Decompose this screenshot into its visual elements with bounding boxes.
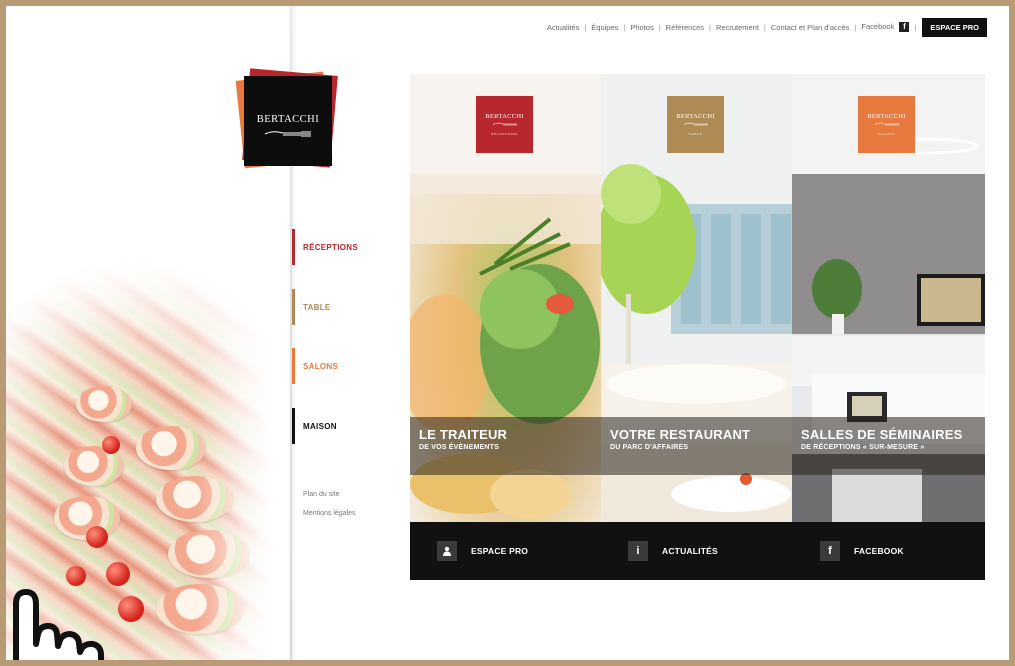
bottom-label: FACEBOOK — [854, 546, 904, 556]
main-showcase: Bertacchi RÉCEPTIONS LE TRAITEUR DE VOS … — [410, 74, 985, 580]
bottom-facebook[interactable]: f FACEBOOK — [820, 539, 904, 563]
panel-title: VOTRE RESTAURANT — [610, 427, 751, 442]
nav-link-facebook[interactable]: Facebook f — [856, 22, 914, 32]
fork-icon — [264, 131, 311, 137]
nav-separator: | — [914, 22, 917, 32]
page-frame: Actualités | Équipes | Photos | Référenc… — [6, 6, 1009, 660]
nav-item-salons[interactable]: SALONS — [292, 348, 382, 384]
panel-subtitle: DU PARC D'AFFAIRES — [610, 444, 689, 451]
facebook-label: Facebook — [861, 21, 895, 31]
nav-color-bar — [292, 348, 295, 384]
panel-salons[interactable]: Bertacchi SALONS SALLES DE SÉMINAIRES DE… — [792, 74, 985, 522]
fork-icon — [492, 122, 517, 126]
nav-link-photos[interactable]: Photos — [625, 23, 658, 32]
caption-receptions: LE TRAITEUR DE VOS ÉVÈNEMENTS — [410, 417, 601, 475]
user-icon — [437, 541, 457, 561]
hand-cursor-icon — [13, 589, 104, 660]
nav-item-table[interactable]: TABLE — [292, 289, 382, 325]
nav-color-bar — [292, 229, 295, 265]
panel-subtitle: DE RÉCEPTIONS « SUR-MESURE » — [801, 444, 925, 451]
food-roll — [76, 386, 132, 422]
panel-title: LE TRAITEUR — [419, 427, 508, 442]
panel-receptions[interactable]: Bertacchi RÉCEPTIONS LE TRAITEUR DE VOS … — [410, 74, 601, 522]
nav-link-equipes[interactable]: Équipes — [586, 23, 623, 32]
badge-name: Bertacchi — [867, 113, 906, 120]
badge-sub: RÉCEPTIONS — [490, 132, 519, 136]
panel-title: SALLES DE SÉMINAIRES — [801, 427, 963, 442]
tomato — [86, 526, 108, 548]
nav-item-label: SALONS — [303, 361, 339, 371]
badge-sub: SALONS — [877, 132, 896, 136]
nav-link-contact[interactable]: Contact et Plan d'accès — [766, 23, 855, 32]
logo[interactable]: Bertacchi — [234, 68, 344, 178]
nav-item-label: TABLE — [303, 302, 331, 312]
photo-fade — [196, 206, 290, 660]
bottom-actualites[interactable]: i ACTUALITÉS — [628, 539, 718, 563]
badge-name: Bertacchi — [676, 113, 715, 120]
nav-item-label: RÉCEPTIONS — [303, 242, 359, 252]
panel-table[interactable]: Bertacchi TABLE VOTRE RESTAURANT DU PARC… — [601, 74, 792, 522]
bottom-espace-pro[interactable]: ESPACE PRO — [437, 539, 528, 563]
facebook-icon: f — [820, 541, 840, 561]
badge-table: Bertacchi TABLE — [667, 96, 724, 153]
nav-item-receptions[interactable]: RÉCEPTIONS — [292, 229, 382, 265]
logo-text: Bertacchi — [256, 114, 320, 125]
tomato — [102, 436, 120, 454]
facebook-icon: f — [899, 22, 910, 32]
nav-color-bar — [292, 289, 295, 325]
fork-icon — [874, 122, 899, 126]
nav-color-bar — [292, 408, 295, 444]
panel-subtitle: DE VOS ÉVÈNEMENTS — [419, 444, 500, 451]
caption-table: VOTRE RESTAURANT DU PARC D'AFFAIRES — [601, 417, 792, 475]
badge-name: Bertacchi — [485, 113, 524, 120]
nav-link-recrutement[interactable]: Recrutement — [711, 23, 764, 32]
bottom-label: ESPACE PRO — [471, 546, 529, 556]
nav-item-label: MAISON — [303, 421, 337, 431]
badge-receptions: Bertacchi RÉCEPTIONS — [476, 96, 533, 153]
bottom-bar: ESPACE PRO i ACTUALITÉS f FACEBOOK — [410, 522, 985, 580]
top-navigation: Actualités | Équipes | Photos | Référenc… — [542, 17, 987, 37]
sitemap-link[interactable]: Plan du site — [303, 491, 340, 498]
espace-pro-button[interactable]: ESPACE PRO — [922, 17, 987, 37]
logo-block: Bertacchi — [244, 76, 332, 166]
nav-link-actualites[interactable]: Actualités — [542, 23, 585, 32]
caption-salons: SALLES DE SÉMINAIRES DE RÉCEPTIONS « SUR… — [792, 417, 985, 475]
nav-item-maison[interactable]: MAISON — [292, 408, 382, 444]
badge-sub: TABLE — [688, 132, 703, 136]
fork-icon — [683, 122, 708, 126]
badge-salons: Bertacchi SALONS — [858, 96, 915, 153]
info-icon: i — [628, 541, 648, 561]
legal-link[interactable]: Mentions légales — [303, 510, 356, 517]
bottom-label: ACTUALITÉS — [662, 546, 718, 556]
nav-link-references[interactable]: Références — [661, 23, 709, 32]
